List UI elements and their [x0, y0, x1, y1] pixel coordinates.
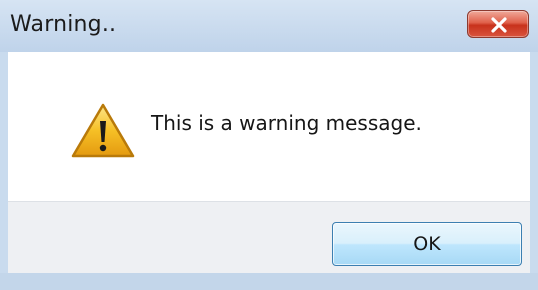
warning-icon: [71, 103, 135, 158]
dialog-border-left: [0, 52, 8, 273]
close-icon: [491, 17, 507, 33]
warning-dialog: Warning.. This is a warning message. OK: [0, 0, 538, 290]
warning-message: This is a warning message.: [151, 111, 422, 135]
dialog-border-bottom: [0, 273, 538, 290]
ok-button[interactable]: OK: [332, 222, 522, 266]
dialog-border-right: [530, 52, 538, 273]
title-bar[interactable]: Warning..: [0, 0, 538, 52]
dialog-title: Warning..: [10, 12, 117, 37]
close-button[interactable]: [467, 10, 529, 38]
dialog-footer: OK: [8, 201, 530, 273]
dialog-content: This is a warning message.: [8, 52, 530, 201]
